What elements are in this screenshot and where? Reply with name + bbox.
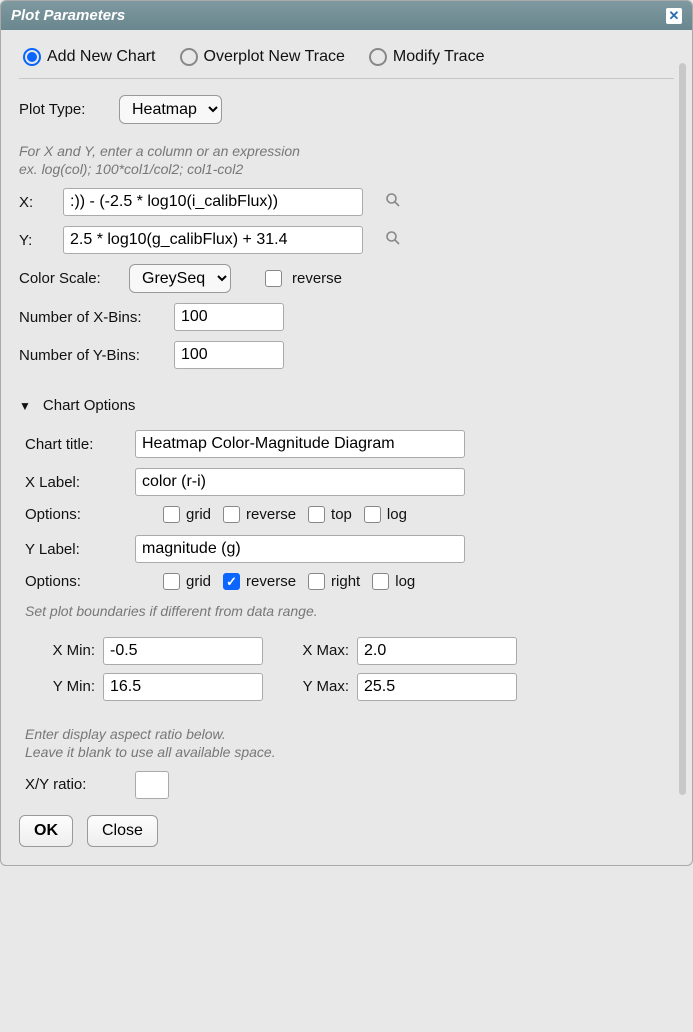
xbins-row: Number of X-Bins: [19,303,674,331]
y-reverse-checkbox[interactable]: ✓reverse [223,573,296,590]
x-row: X: [19,188,674,216]
ymax-label: Y Max: [293,678,349,695]
y-right-checkbox[interactable]: right [308,573,360,590]
ybins-row: Number of Y-Bins: [19,341,674,369]
close-icon[interactable]: ✕ [666,8,682,24]
y-grid-checkbox[interactable]: grid [163,573,211,590]
dialog-title: Plot Parameters [11,7,125,24]
xmin-input[interactable] [103,637,263,665]
y-options-row: Options: grid ✓reverse right log [25,573,674,590]
ybins-label: Number of Y-Bins: [19,347,164,364]
reverse-colorscale-checkbox[interactable] [265,270,282,287]
x-top-checkbox[interactable]: top [308,506,352,523]
xlabel-input[interactable] [135,468,465,496]
ylabel-label: Y Label: [25,541,125,558]
mode-radio-group: Add New Chart Overplot New Trace Modify … [19,42,674,79]
color-scale-label: Color Scale: [19,270,119,287]
ymin-input[interactable] [103,673,263,701]
xbins-label: Number of X-Bins: [19,309,164,326]
x-options-label: Options: [25,506,125,523]
chart-title-row: Chart title: [25,430,674,458]
x-log-checkbox[interactable]: log [364,506,407,523]
plot-type-label: Plot Type: [19,101,109,118]
bounds-hint: Set plot boundaries if different from da… [25,602,674,620]
xmax-input[interactable] [357,637,517,665]
xy-hint: For X and Y, enter a column or an expres… [19,142,674,178]
x-input[interactable] [63,188,363,216]
xlabel-label: X Label: [25,474,125,491]
radio-overplot-new-trace[interactable]: Overplot New Trace [180,48,345,66]
plot-parameters-dialog: Plot Parameters ✕ Add New Chart Overplot… [0,0,693,866]
ylabel-input[interactable] [135,535,465,563]
ylabel-row: Y Label: [25,535,674,563]
x-grid-checkbox[interactable]: grid [163,506,211,523]
y-row: Y: [19,226,674,254]
search-icon[interactable] [385,230,401,251]
radio-modify-trace[interactable]: Modify Trace [369,48,485,66]
radio-icon [23,48,41,66]
y-input[interactable] [63,226,363,254]
reverse-colorscale-label: reverse [292,270,342,287]
x-label: X: [19,194,53,211]
ymax-input[interactable] [357,673,517,701]
radio-label: Overplot New Trace [204,48,345,66]
titlebar: Plot Parameters ✕ [1,1,692,30]
chart-options-body: Chart title: X Label: Options: grid reve… [19,430,674,799]
collapse-icon[interactable]: ▼ [19,399,31,413]
color-scale-row: Color Scale: GreySeq reverse [19,264,674,293]
chart-options-header: ▼ Chart Options [19,397,674,414]
ybins-input[interactable] [174,341,284,369]
xlabel-row: X Label: [25,468,674,496]
radio-icon [180,48,198,66]
ratio-row: X/Y ratio: [25,771,674,799]
ok-button[interactable]: OK [19,815,73,847]
chart-title-input[interactable] [135,430,465,458]
y-options-label: Options: [25,573,125,590]
dialog-content: Add New Chart Overplot New Trace Modify … [1,30,692,865]
bounds-block: X Min: X Max: Y Min: Y Max: [25,637,674,701]
radio-add-new-chart[interactable]: Add New Chart [23,48,156,66]
scrollbar[interactable] [679,63,686,795]
xmin-label: X Min: [39,642,95,659]
ratio-label: X/Y ratio: [25,776,125,793]
radio-label: Add New Chart [47,48,156,66]
section-title: Chart Options [43,397,136,414]
y-label: Y: [19,232,53,249]
ratio-hint: Enter display aspect ratio below. Leave … [25,725,674,761]
search-icon[interactable] [385,192,401,213]
xbins-input[interactable] [174,303,284,331]
x-options-row: Options: grid reverse top log [25,506,674,523]
close-button[interactable]: Close [87,815,158,847]
y-log-checkbox[interactable]: log [372,573,415,590]
button-bar: OK Close [19,815,674,847]
chart-title-label: Chart title: [25,436,125,453]
plot-type-select[interactable]: Heatmap [119,95,222,124]
x-bounds-row: X Min: X Max: [39,637,674,665]
radio-label: Modify Trace [393,48,485,66]
xmax-label: X Max: [293,642,349,659]
y-bounds-row: Y Min: Y Max: [39,673,674,701]
x-reverse-checkbox[interactable]: reverse [223,506,296,523]
ratio-input[interactable] [135,771,169,799]
ymin-label: Y Min: [39,678,95,695]
plot-type-row: Plot Type: Heatmap [19,95,674,124]
color-scale-select[interactable]: GreySeq [129,264,231,293]
radio-icon [369,48,387,66]
